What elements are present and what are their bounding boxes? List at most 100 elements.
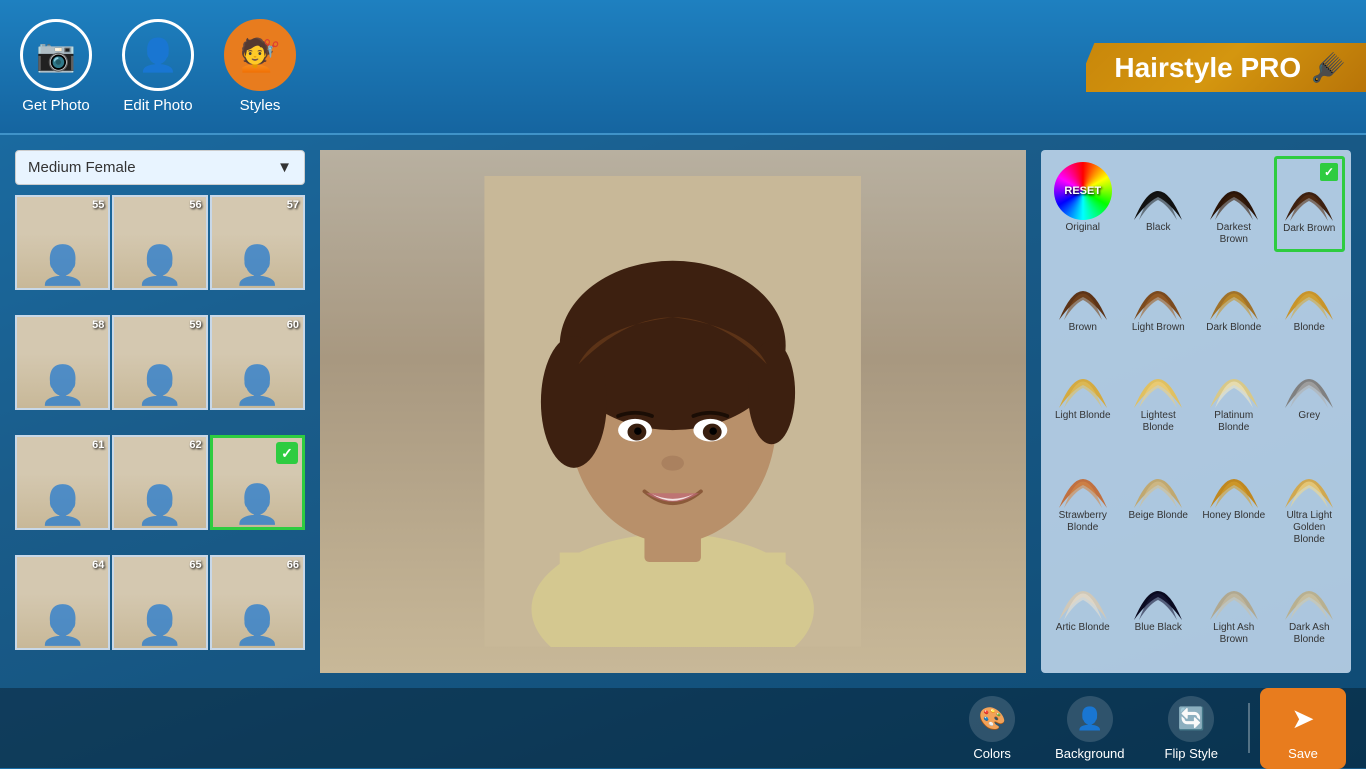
save-label: Save [1288,746,1318,761]
swatch-label: Darkest Brown [1202,222,1266,246]
get-photo-btn[interactable]: 📷 Get Photo [20,19,92,114]
color-swatch-artic-blonde[interactable]: Artic Blonde [1047,556,1119,652]
style-thumb-61[interactable]: 61 [15,435,110,530]
grey-swatch-img [1280,350,1338,408]
style-thumb-63[interactable]: ✓ [210,435,305,530]
styles-btn[interactable]: 💇 Styles [224,19,296,114]
swatch-label: Platinum Blonde [1202,410,1266,434]
swatch-label: Black [1146,222,1170,234]
ultra-light-golden-swatch-img [1280,450,1338,508]
style-thumb-59[interactable]: 59 [112,315,207,410]
color-swatch-brown[interactable]: Brown [1047,256,1119,340]
color-swatch-blue-black[interactable]: Blue Black [1123,556,1195,652]
photo-preview [320,150,1026,673]
dark-blonde-swatch-img [1205,262,1263,320]
style-thumb-56[interactable]: 56 [112,195,207,290]
background-icon: 👤 [1067,696,1113,742]
color-grid: RESET Original Black Darkest Brown [1047,156,1345,652]
swatch-label: Honey Blonde [1202,510,1265,522]
save-icon: ➤ [1280,696,1326,742]
swatch-label: Lightest Blonde [1127,410,1191,434]
color-swatch-dark-ash-blonde[interactable]: Dark Ash Blonde [1274,556,1346,652]
blonde-swatch-img [1280,262,1338,320]
swatch-label: Ultra Light Golden Blonde [1278,510,1342,546]
color-swatch-blonde[interactable]: Blonde [1274,256,1346,340]
color-panel: RESET Original Black Darkest Brown [1041,150,1351,673]
style-thumb-66[interactable]: 66 [210,555,305,650]
color-swatch-original[interactable]: RESET Original [1047,156,1119,252]
color-swatch-beige-blonde[interactable]: Beige Blonde [1123,444,1195,552]
swatch-label: Light Brown [1132,322,1185,334]
lightest-blonde-swatch-img [1129,350,1187,408]
color-swatch-dark-brown[interactable]: Dark Brown [1274,156,1346,252]
light-blonde-swatch-img [1054,350,1112,408]
style-number: 57 [287,199,299,211]
original-swatch-img: RESET [1054,162,1112,220]
style-thumb-60[interactable]: 60 [210,315,305,410]
edit-photo-icon: 👤 [122,19,194,91]
light-brown-swatch-img [1129,262,1187,320]
style-number: 55 [92,199,104,211]
style-thumb-62[interactable]: 62 [112,435,207,530]
flip-style-icon: 🔄 [1168,696,1214,742]
save-btn[interactable]: ➤ Save [1260,688,1346,769]
strawberry-blonde-swatch-img [1054,450,1112,508]
dark-ash-blonde-swatch-img [1280,562,1338,620]
photo-canvas [320,150,1026,673]
platinum-blonde-swatch-img [1205,350,1263,408]
main-content: Medium Female ▼ 55 56 57 58 [0,135,1366,688]
background-btn[interactable]: 👤 Background [1035,696,1144,761]
edit-photo-btn[interactable]: 👤 Edit Photo [122,19,194,114]
swatch-label: Beige Blonde [1129,510,1189,522]
black-swatch-img [1129,162,1187,220]
get-photo-icon: 📷 [20,19,92,91]
swatch-label: Artic Blonde [1056,622,1110,634]
style-thumb-58[interactable]: 58 [15,315,110,410]
color-swatch-platinum-blonde[interactable]: Platinum Blonde [1198,344,1270,440]
swatch-label: Light Ash Brown [1202,622,1266,646]
color-swatch-light-brown[interactable]: Light Brown [1123,256,1195,340]
style-number: 58 [92,319,104,331]
face-illustration [320,150,1026,673]
flip-style-label: Flip Style [1165,746,1218,761]
honey-blonde-swatch-img [1205,450,1263,508]
color-swatch-honey-blonde[interactable]: Honey Blonde [1198,444,1270,552]
style-category-dropdown[interactable]: Medium Female ▼ [15,150,305,185]
reset-text: RESET [1064,185,1101,197]
style-number: 66 [287,559,299,571]
colors-label: Colors [973,746,1011,761]
style-thumb-57[interactable]: 57 [210,195,305,290]
swatch-label: Dark Ash Blonde [1278,622,1342,646]
color-swatch-darkest-brown[interactable]: Darkest Brown [1198,156,1270,252]
swatch-label: Grey [1298,410,1320,422]
style-grid: 55 56 57 58 59 60 [15,195,305,673]
artic-blonde-swatch-img [1054,562,1112,620]
swatch-label: Strawberry Blonde [1051,510,1115,534]
style-thumb-65[interactable]: 65 [112,555,207,650]
swatch-label: Light Blonde [1055,410,1111,422]
swatch-label: Dark Blonde [1206,322,1261,334]
style-number: 65 [189,559,201,571]
color-swatch-black[interactable]: Black [1123,156,1195,252]
colors-btn[interactable]: 🎨 Colors [949,696,1035,761]
color-swatch-lightest-blonde[interactable]: Lightest Blonde [1123,344,1195,440]
color-swatch-grey[interactable]: Grey [1274,344,1346,440]
logo-background: Hairstyle PRO 🪮 [1086,43,1366,92]
color-swatch-dark-blonde[interactable]: Dark Blonde [1198,256,1270,340]
style-number: 61 [92,439,104,451]
style-thumb-55[interactable]: 55 [15,195,110,290]
style-thumb-64[interactable]: 64 [15,555,110,650]
dark-brown-swatch-img [1280,163,1338,221]
color-swatch-ultra-light-golden[interactable]: Ultra Light Golden Blonde [1274,444,1346,552]
light-ash-brown-swatch-img [1205,562,1263,620]
color-swatch-light-blonde[interactable]: Light Blonde [1047,344,1119,440]
chevron-down-icon: ▼ [277,159,292,176]
style-number: 56 [189,199,201,211]
logo-area: Hairstyle PRO 🪮 [1086,0,1366,135]
flip-style-btn[interactable]: 🔄 Flip Style [1145,696,1238,761]
logo-comb-icon: 🪮 [1311,51,1346,84]
color-swatch-strawberry-blonde[interactable]: Strawberry Blonde [1047,444,1119,552]
color-swatch-light-ash-brown[interactable]: Light Ash Brown [1198,556,1270,652]
darkest-brown-swatch-img [1205,162,1263,220]
background-label: Background [1055,746,1124,761]
